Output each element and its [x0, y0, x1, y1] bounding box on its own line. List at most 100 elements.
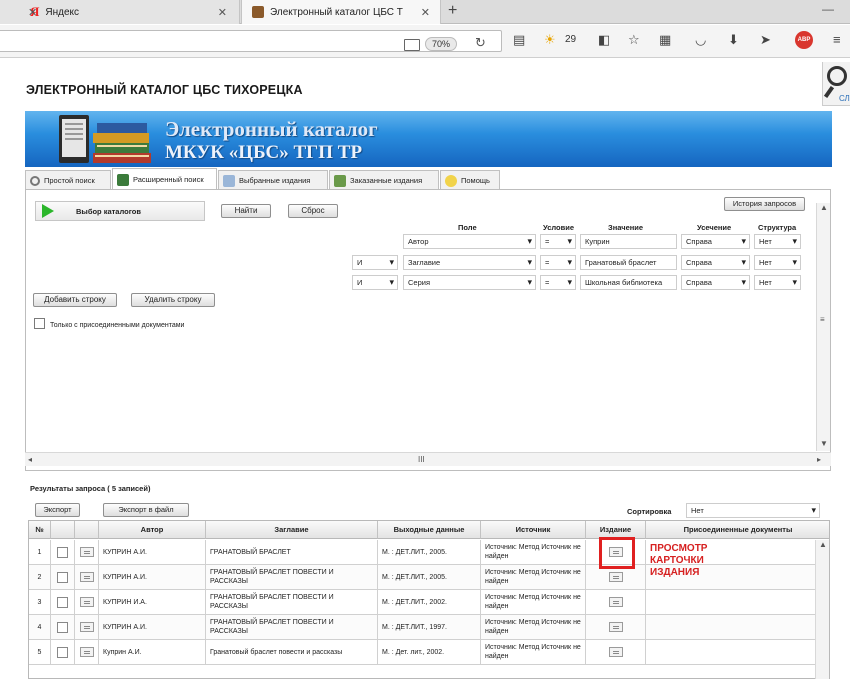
select-catalogs-button[interactable]: Выбор каталогов: [35, 201, 205, 221]
table-cell: [646, 615, 829, 640]
truncation-select[interactable]: Справа: [681, 234, 750, 249]
table-cell: 1: [29, 540, 51, 565]
record-icon[interactable]: [79, 572, 94, 582]
screenshot-icon[interactable]: ▤: [513, 32, 525, 48]
view-card-icon[interactable]: [608, 647, 623, 657]
scroll-grip-icon[interactable]: III: [418, 455, 425, 464]
column-header: [51, 521, 75, 539]
row-select-checkbox[interactable]: [57, 646, 68, 658]
record-icon[interactable]: [79, 647, 94, 657]
value-input[interactable]: Школьная библиотека: [580, 275, 677, 290]
structure-select[interactable]: Нет: [754, 255, 801, 270]
reset-button[interactable]: Сброс: [288, 204, 338, 218]
tab-help[interactable]: Помощь: [440, 170, 500, 190]
value-input[interactable]: Куприн: [580, 234, 677, 249]
menu-icon[interactable]: ≡: [833, 32, 841, 47]
tab-label: Помощь: [461, 176, 490, 185]
tab-ordered-editions[interactable]: Заказанные издания: [329, 170, 439, 190]
zoom-level-badge[interactable]: 70%: [425, 37, 457, 51]
scroll-grip-icon[interactable]: ≡: [820, 315, 825, 324]
table-cell: [75, 590, 99, 615]
weather-icon[interactable]: ☀: [544, 32, 556, 48]
tab-advanced-search[interactable]: Расширенный поиск: [112, 168, 217, 190]
value-input[interactable]: Гранатовый браслет: [580, 255, 677, 270]
export-button[interactable]: Экспорт: [35, 503, 80, 517]
export-to-file-button[interactable]: Экспорт в файл: [103, 503, 189, 517]
delete-row-button[interactable]: Удалить строку: [131, 293, 215, 307]
row-select-checkbox[interactable]: [57, 621, 68, 633]
scroll-left-icon[interactable]: ◂: [28, 455, 32, 464]
close-tab-icon[interactable]: ✕: [20, 6, 45, 19]
condition-select[interactable]: =: [540, 275, 576, 290]
sort-select[interactable]: Нет: [686, 503, 820, 518]
truncation-select[interactable]: Справа: [681, 255, 750, 270]
new-tab-icon[interactable]: +: [448, 2, 457, 20]
cell-n: 3: [37, 598, 42, 606]
star-icon[interactable]: ☆: [628, 32, 640, 48]
send-icon[interactable]: ➤: [760, 32, 771, 48]
bookmark-sidebar-icon[interactable]: ◧: [598, 32, 610, 48]
only-attached-checkbox[interactable]: [34, 318, 45, 329]
tab-selected-editions[interactable]: Выбранные издания: [218, 170, 328, 190]
close-tab-icon[interactable]: ✕: [210, 6, 235, 19]
play-icon: [42, 204, 54, 218]
cell-n: 5: [37, 648, 42, 656]
table-cell: [586, 640, 646, 665]
view-card-icon[interactable]: [608, 572, 623, 582]
row-select-checkbox[interactable]: [57, 571, 68, 583]
reload-icon[interactable]: ↻: [475, 35, 486, 51]
cell-author: КУПРИН И.А.: [103, 598, 147, 606]
panel-horizontal-scrollbar[interactable]: ◂ III ▸: [25, 452, 831, 466]
field-select[interactable]: Серия: [403, 275, 536, 290]
scroll-up-icon[interactable]: ▲: [819, 540, 827, 549]
record-icon[interactable]: [79, 597, 94, 607]
adblock-icon[interactable]: ABP: [795, 31, 813, 49]
results-vertical-scrollbar[interactable]: ▲: [815, 540, 829, 679]
download-icon[interactable]: ⬇: [728, 32, 739, 48]
table-cell: [75, 540, 99, 565]
browser-tab-catalog[interactable]: Электронный каталог ЦБС Т ✕: [241, 0, 441, 24]
row-select-checkbox[interactable]: [57, 596, 68, 608]
condition-select[interactable]: =: [540, 234, 576, 249]
scroll-up-icon[interactable]: ▲: [820, 203, 828, 212]
reader-view-icon[interactable]: [404, 39, 420, 51]
close-tab-icon[interactable]: ✕: [413, 6, 438, 19]
cell-source: Источник: Метод Источник не найден: [485, 619, 581, 635]
operator-select[interactable]: И: [352, 275, 398, 290]
panel-vertical-scrollbar[interactable]: ▲ ≡ ▼: [816, 203, 830, 451]
cell-source: Источник: Метод Источник не найден: [485, 569, 581, 585]
operator-select[interactable]: И: [352, 255, 398, 270]
field-select[interactable]: Автор: [403, 234, 536, 249]
pocket-icon[interactable]: ◡: [695, 32, 706, 48]
url-input[interactable]: 70% ↻: [0, 30, 502, 52]
browser-tab-yandex[interactable]: ✕ Я Яндекс ✕: [0, 0, 240, 24]
banner-subtitle: МКУК «ЦБС» ТГП ТР: [165, 142, 363, 163]
structure-select[interactable]: Нет: [754, 234, 801, 249]
minimize-icon[interactable]: —: [822, 2, 834, 16]
find-button[interactable]: Найти: [221, 204, 271, 218]
tab-simple-search[interactable]: Простой поиск: [25, 170, 111, 190]
annotation-line: ИЗДАНИЯ: [650, 567, 700, 578]
scroll-right-icon[interactable]: ▸: [817, 455, 821, 464]
record-icon[interactable]: [79, 547, 94, 557]
condition-select[interactable]: =: [540, 255, 576, 270]
table-cell: М. : ДЕТ.ЛИТ., 2005.: [378, 565, 481, 590]
row-select-checkbox[interactable]: [57, 546, 68, 558]
add-row-button[interactable]: Добавить строку: [33, 293, 117, 307]
tab-label: Выбранные издания: [239, 176, 311, 185]
field-select[interactable]: Заглавие: [403, 255, 536, 270]
reading-list-icon[interactable]: ▦: [659, 32, 671, 48]
magnifier-widget[interactable]: СЛ: [822, 62, 850, 106]
table-cell: ГРАНАТОВЫЙ БРАСЛЕТ ПОВЕСТИ И РАССКАЗЫ: [206, 590, 378, 615]
record-icon[interactable]: [79, 622, 94, 632]
view-card-icon[interactable]: [608, 597, 623, 607]
catalog-banner: Электронный каталог МКУК «ЦБС» ТГП ТР: [25, 111, 832, 167]
annotation-line: ПРОСМОТР: [650, 543, 708, 554]
cell-author: Куприн А.И.: [103, 648, 142, 656]
query-history-button[interactable]: История запросов: [724, 197, 805, 211]
table-cell: [51, 540, 75, 565]
view-card-icon[interactable]: [608, 622, 623, 632]
truncation-select[interactable]: Справа: [681, 275, 750, 290]
scroll-down-icon[interactable]: ▼: [820, 439, 828, 448]
structure-select[interactable]: Нет: [754, 275, 801, 290]
